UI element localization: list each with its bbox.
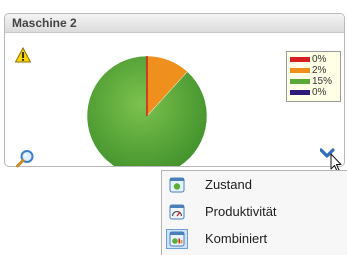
menu-item-zustand[interactable]: Zustand xyxy=(162,171,347,198)
legend-item: 0% xyxy=(290,54,337,65)
legend-swatch xyxy=(290,57,310,62)
menu-item-kombiniert[interactable]: Kombiniert xyxy=(162,225,347,252)
legend-item: 0% xyxy=(290,87,337,98)
warning-icon xyxy=(15,47,31,63)
legend-swatch xyxy=(290,68,310,73)
pie-chart xyxy=(86,55,208,166)
legend-item: 15% xyxy=(290,76,337,87)
panel-title: Maschine 2 xyxy=(5,14,344,33)
menu-item-produktivitaet[interactable]: Produktivität xyxy=(162,198,347,225)
gauge-icon xyxy=(166,202,188,222)
combined-icon xyxy=(166,228,188,249)
menu-item-label: Produktivität xyxy=(205,204,277,219)
legend-item: 2% xyxy=(290,65,337,76)
state-icon xyxy=(166,175,188,195)
cursor-icon xyxy=(330,153,342,172)
legend-label: 0% xyxy=(312,54,327,65)
legend-swatch xyxy=(290,79,310,84)
menu-item-label: Kombiniert xyxy=(205,231,268,246)
magnifier-icon[interactable] xyxy=(15,149,35,169)
legend-label: 15% xyxy=(312,76,333,87)
machine-panel: Maschine 2 0% 2% 15% 0% xyxy=(4,13,345,167)
legend-label: 0% xyxy=(312,87,327,98)
legend-label: 2% xyxy=(312,65,327,76)
context-menu: Zustand Produktivität Kombiniert xyxy=(161,170,347,255)
legend-swatch xyxy=(290,90,310,95)
menu-item-label: Zustand xyxy=(205,177,252,192)
chart-legend: 0% 2% 15% 0% xyxy=(286,51,341,102)
